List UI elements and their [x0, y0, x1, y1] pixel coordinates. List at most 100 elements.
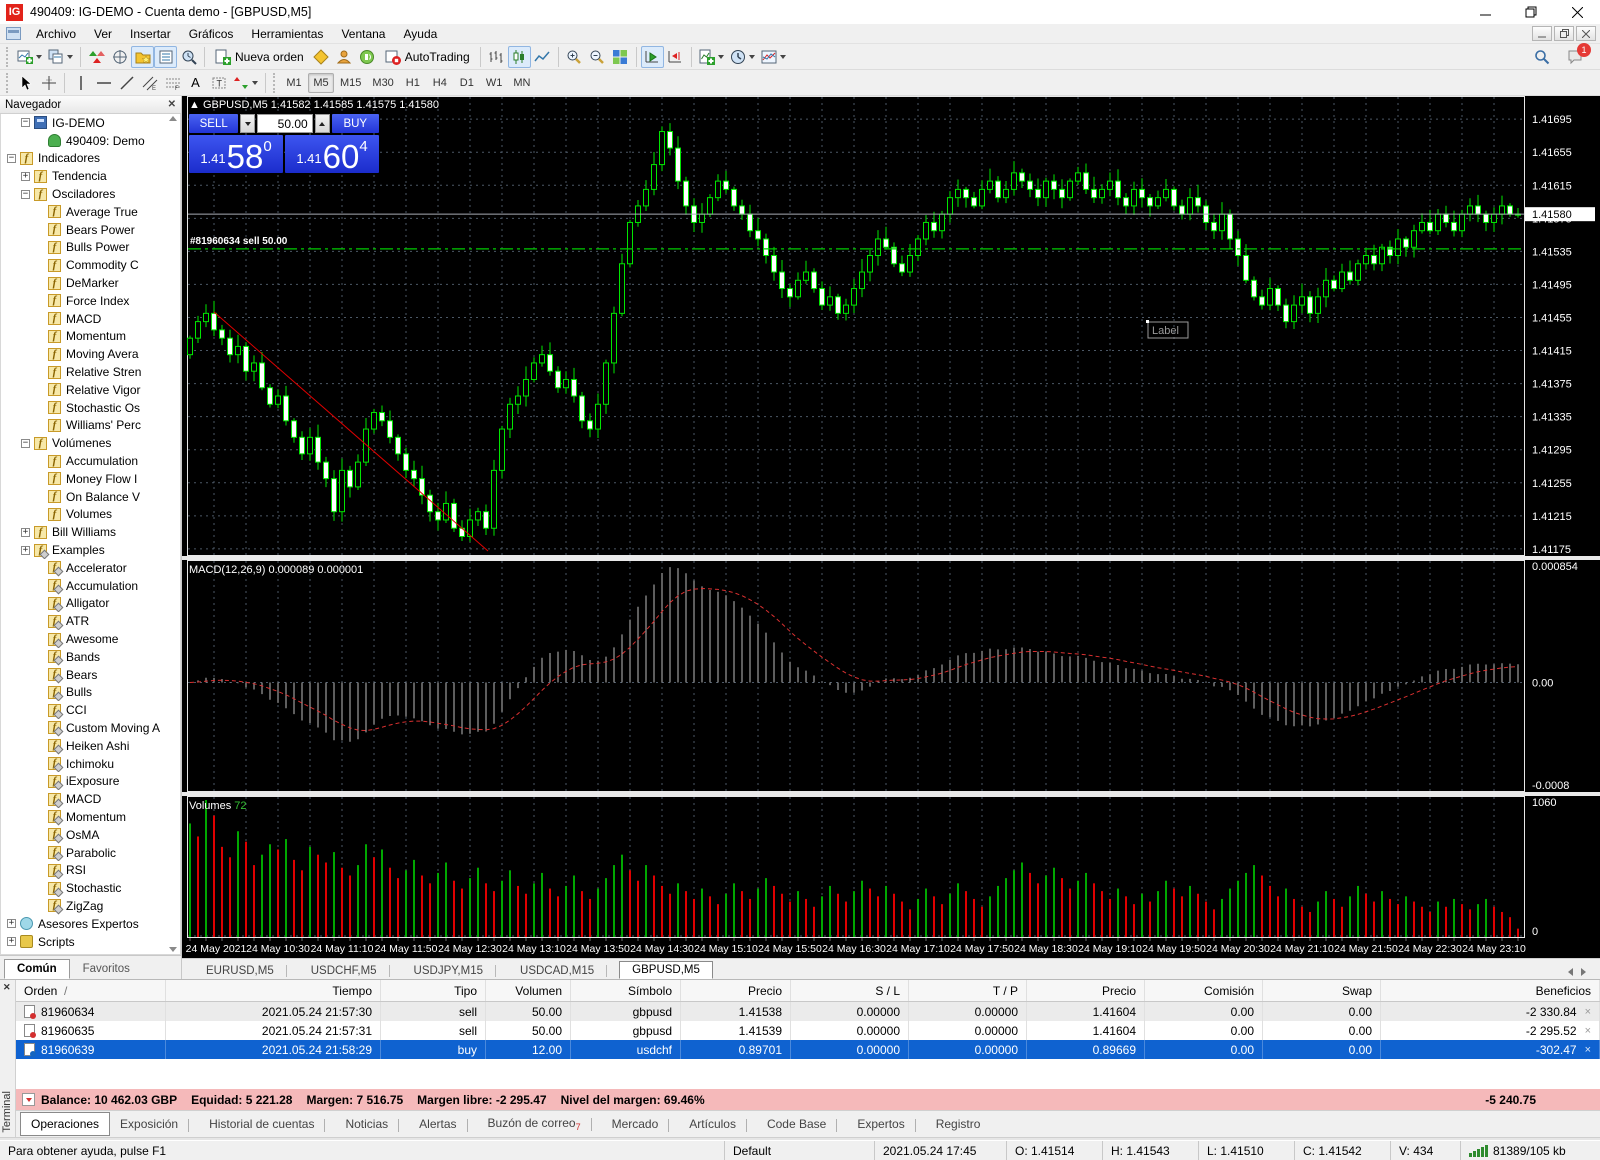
- terminal-close-icon[interactable]: ✕: [3, 982, 11, 993]
- candlestick-chart-button[interactable]: [507, 45, 531, 68]
- chart-window-icon[interactable]: [6, 27, 21, 40]
- timeframe-mn-button[interactable]: MN: [508, 73, 535, 93]
- menu-item-herramientas[interactable]: Herramientas: [242, 25, 332, 43]
- column-header-precio[interactable]: Precio: [1027, 980, 1145, 1001]
- chart-tab-eurusd-m5[interactable]: EURUSD,M5: [194, 963, 299, 979]
- timeframe-h1-button[interactable]: H1: [400, 73, 426, 93]
- tree-item-atr[interactable]: f ATR: [1, 612, 180, 630]
- navigator-tab-favoritos[interactable]: Favoritos: [70, 959, 143, 979]
- collapse-icon[interactable]: −: [21, 118, 30, 128]
- tree-item-macd[interactable]: f MACD: [1, 310, 180, 328]
- tree-item-bears-power[interactable]: f Bears Power: [1, 221, 180, 239]
- crosshair-tool-button[interactable]: [37, 72, 60, 94]
- terminal-tab-exposici-n[interactable]: Exposición: [110, 1113, 199, 1136]
- expand-icon[interactable]: +: [21, 171, 30, 181]
- tree-item-bill-williams[interactable]: + f Bill Williams: [1, 523, 180, 541]
- sell-button[interactable]: SELL: [189, 114, 239, 133]
- tree-item-on-balance-v[interactable]: f On Balance V: [1, 488, 180, 506]
- templates-button[interactable]: [758, 46, 789, 68]
- mdi-restore-button[interactable]: [1554, 26, 1574, 41]
- text-tool-button[interactable]: A: [184, 72, 207, 94]
- tree-item-scripts[interactable]: + Scripts: [1, 933, 180, 951]
- scroll-up-icon[interactable]: [169, 116, 177, 121]
- column-header-volumen[interactable]: Volumen: [486, 980, 571, 1001]
- tree-item-stochastic-os[interactable]: f Stochastic Os: [1, 399, 180, 417]
- tree-item-bulls[interactable]: f Bulls: [1, 684, 180, 702]
- terminal-tab-expertos[interactable]: Expertos: [847, 1113, 925, 1136]
- column-header-orden[interactable]: Orden /: [16, 980, 166, 1001]
- tree-item-relative-vigor[interactable]: f Relative Vigor: [1, 381, 180, 399]
- data-window-button[interactable]: [108, 46, 131, 68]
- timeframe-d1-button[interactable]: D1: [454, 73, 480, 93]
- metaeditor-button[interactable]: [310, 46, 333, 68]
- close-position-icon[interactable]: ×: [1585, 1006, 1591, 1018]
- menu-item-archivo[interactable]: Archivo: [27, 25, 85, 43]
- column-header-comisi-n[interactable]: Comisión: [1145, 980, 1263, 1001]
- zoom-out-button[interactable]: [586, 46, 609, 68]
- tree-item-bulls-power[interactable]: f Bulls Power: [1, 239, 180, 257]
- order-row-81960634[interactable]: 81960634 2021.05.24 21:57:30 sell 50.00 gbpu…: [16, 1002, 1600, 1021]
- chart-tab-usdcad-m15[interactable]: USDCAD,M15: [508, 963, 619, 979]
- arrows-tool-button[interactable]: [230, 72, 261, 94]
- navigator-scrollbar[interactable]: [166, 114, 180, 954]
- tree-item-accumulation[interactable]: f Accumulation: [1, 577, 180, 595]
- column-header-precio[interactable]: Precio: [681, 980, 791, 1001]
- toolbar-grip[interactable]: [6, 72, 11, 93]
- tree-item-macd[interactable]: f MACD: [1, 790, 180, 808]
- tree-item-ichimoku[interactable]: f Ichimoku: [1, 755, 180, 773]
- expand-icon[interactable]: +: [7, 937, 16, 947]
- cursor-tool-button[interactable]: [14, 72, 37, 94]
- volume-decrease-button[interactable]: [240, 114, 256, 133]
- terminal-button[interactable]: [154, 45, 177, 68]
- tree-item-vol-menes[interactable]: − f Volúmenes: [1, 434, 180, 452]
- chart-tab-usdchf-m5[interactable]: USDCHF,M5: [299, 963, 402, 979]
- menu-item-ayuda[interactable]: Ayuda: [394, 25, 446, 43]
- tree-item-relative-stren[interactable]: f Relative Stren: [1, 363, 180, 381]
- tree-item-moving-avera[interactable]: f Moving Avera: [1, 345, 180, 363]
- navigator-tab-común[interactable]: Común: [4, 959, 70, 979]
- news-button[interactable]: [356, 46, 379, 68]
- tree-item-accelerator[interactable]: f Accelerator: [1, 559, 180, 577]
- buy-price-button[interactable]: 1.41 60 4: [285, 135, 379, 173]
- volume-input[interactable]: 50.00: [257, 114, 313, 133]
- tree-item-average-true[interactable]: f Average True: [1, 203, 180, 221]
- navigator-button[interactable]: [131, 45, 154, 68]
- menu-item-gráficos[interactable]: Gráficos: [180, 25, 243, 43]
- column-header-t-p[interactable]: T / P: [909, 980, 1027, 1001]
- tree-item-bands[interactable]: f Bands: [1, 648, 180, 666]
- new-order-button[interactable]: Nueva orden: [209, 46, 310, 68]
- order-row-81960635[interactable]: 81960635 2021.05.24 21:57:31 sell 50.00 gbpu…: [16, 1021, 1600, 1040]
- toolbar-grip[interactable]: [273, 72, 278, 93]
- close-button[interactable]: [1554, 0, 1600, 24]
- mdi-minimize-button[interactable]: [1532, 26, 1552, 41]
- tree-item-osciladores[interactable]: − f Osciladores: [1, 185, 180, 203]
- menu-item-ver[interactable]: Ver: [85, 25, 121, 43]
- column-header-tiempo[interactable]: Tiempo: [166, 980, 381, 1001]
- column-header-beneficios[interactable]: Beneficios: [1381, 980, 1600, 1001]
- order-row-81960639[interactable]: 81960639 2021.05.24 21:58:29 buy 12.00 usdch…: [16, 1040, 1600, 1059]
- community-button[interactable]: [333, 46, 356, 68]
- text-label-tool-button[interactable]: T: [207, 72, 230, 94]
- tree-item-zigzag[interactable]: f ZigZag: [1, 897, 180, 915]
- expand-icon[interactable]: +: [7, 919, 16, 929]
- line-chart-button[interactable]: [531, 46, 554, 68]
- notifications-button[interactable]: 1: [1563, 42, 1591, 68]
- expand-icon[interactable]: +: [21, 527, 30, 537]
- new-chart-button[interactable]: [14, 46, 45, 68]
- terminal-tab-noticias[interactable]: Noticias: [335, 1113, 409, 1136]
- sell-price-button[interactable]: 1.41 58 0: [189, 135, 283, 173]
- terminal-tab-code-base[interactable]: Code Base: [757, 1113, 847, 1136]
- vertical-line-tool-button[interactable]: [69, 72, 92, 94]
- tree-item-custom-moving-a[interactable]: f Custom Moving A: [1, 719, 180, 737]
- tree-item-rsi[interactable]: f RSI: [1, 861, 180, 879]
- navigator-close-icon[interactable]: ✕: [168, 99, 176, 110]
- tree-item-awesome[interactable]: f Awesome: [1, 630, 180, 648]
- tile-windows-button[interactable]: [609, 46, 632, 68]
- terminal-tab-mercado[interactable]: Mercado: [602, 1113, 680, 1136]
- tree-item-490409-demo[interactable]: 490409: Demo: [1, 132, 180, 150]
- column-header-swap[interactable]: Swap: [1263, 980, 1381, 1001]
- tree-item-asesores-expertos[interactable]: + Asesores Expertos: [1, 915, 180, 933]
- profiles-button[interactable]: [45, 46, 76, 68]
- bar-chart-button[interactable]: [485, 46, 508, 68]
- buy-button[interactable]: BUY: [331, 114, 379, 133]
